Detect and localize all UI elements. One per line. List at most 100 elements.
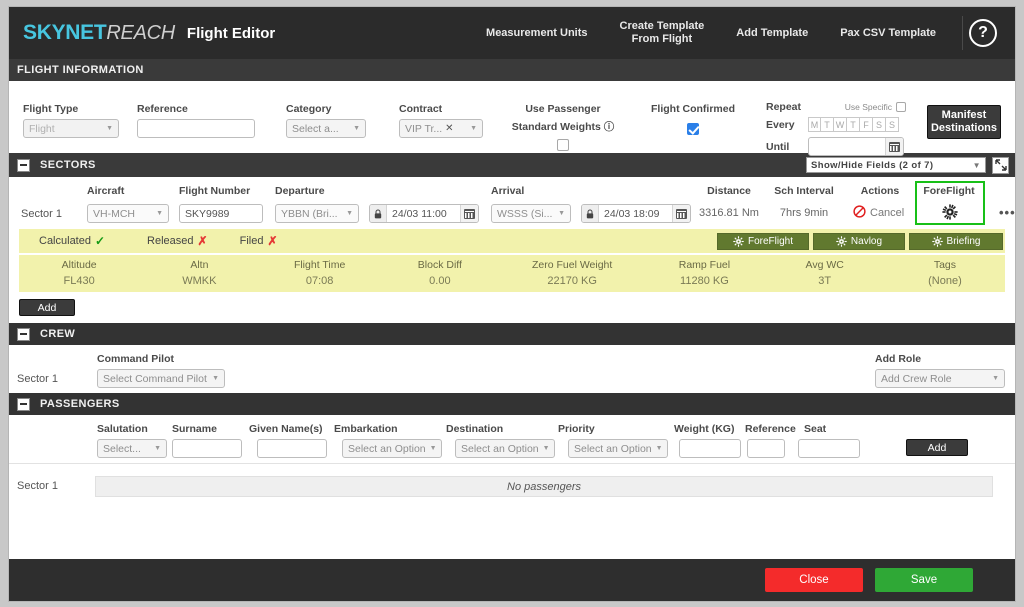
chevron-down-icon: ▼: [346, 210, 353, 217]
clear-icon[interactable]: ✕: [442, 123, 456, 134]
detail-col-tags: Tags: [933, 259, 957, 271]
flight-type-select[interactable]: Flight ▼: [23, 119, 119, 138]
add-sector-button[interactable]: Add: [19, 299, 75, 316]
crew-sector-label: Sector 1: [17, 373, 58, 385]
nav-measurement-units[interactable]: Measurement Units: [470, 27, 603, 40]
given-names-input[interactable]: [257, 439, 327, 458]
column-arrival: Arrival: [491, 185, 525, 197]
flight-type-value: Flight: [29, 122, 55, 135]
chevron-down-icon: ▼: [992, 375, 999, 382]
app-logo: SKYNET REACH: [23, 21, 175, 45]
destination-select[interactable]: Select an Option ▼: [455, 439, 555, 458]
use-passenger-standard-weights-field: Use Passenger Standard Weights ⓘ: [498, 103, 628, 151]
aircraft-select[interactable]: VH-MCH ▼: [87, 204, 169, 223]
use-specific-checkbox[interactable]: [896, 102, 906, 112]
manifest-destinations-button[interactable]: Manifest Destinations: [927, 105, 1001, 139]
detail-col-altitude: Altitude: [61, 259, 97, 271]
repeat-day-mon[interactable]: M: [808, 117, 821, 132]
calendar-icon[interactable]: [460, 205, 478, 222]
save-button[interactable]: Save: [875, 568, 973, 592]
add-crew-role-select[interactable]: Add Crew Role ▼: [875, 369, 1005, 388]
foreflight-button[interactable]: ForeFlight: [717, 232, 809, 250]
lock-icon[interactable]: [582, 205, 599, 222]
help-icon[interactable]: ?: [969, 19, 997, 47]
repeat-day-wed[interactable]: W: [834, 117, 847, 132]
sector-more-menu[interactable]: •••: [999, 205, 1015, 220]
nav-create-template-from-flight[interactable]: Create Template From Flight: [604, 20, 721, 46]
repeat-day-sat[interactable]: S: [873, 117, 886, 132]
calendar-icon[interactable]: [672, 205, 690, 222]
close-button[interactable]: Close: [765, 568, 863, 592]
add-passenger-button[interactable]: Add: [906, 439, 968, 456]
salutation-value: Select...: [103, 442, 141, 455]
repeat-day-sun[interactable]: S: [886, 117, 899, 132]
chevron-down-icon: ▼: [106, 125, 113, 132]
sch-interval-value: 7hrs 9min: [779, 207, 829, 219]
command-pilot-select[interactable]: Select Command Pilot ▼: [97, 369, 225, 388]
foreflight-gear-icon[interactable]: [942, 204, 958, 223]
reference-input[interactable]: [137, 119, 255, 138]
use-passenger-weights-label-text: Standard Weights: [511, 121, 601, 133]
chevron-down-icon: ▼: [558, 210, 565, 217]
repeat-day-thu[interactable]: T: [847, 117, 860, 132]
repeat-day-fri[interactable]: F: [860, 117, 873, 132]
category-label: Category: [286, 103, 332, 115]
nav-add-template[interactable]: Add Template: [720, 27, 824, 40]
repeat-until-field[interactable]: [808, 137, 904, 156]
priority-value: Select an Option: [574, 442, 652, 455]
logo-reach: REACH: [106, 22, 175, 44]
chevron-down-icon: ▼: [972, 160, 981, 170]
departure-datetime-value: 24/03 11:00: [392, 207, 447, 220]
calculated-label: Calculated: [39, 235, 91, 247]
released-label: Released: [147, 235, 194, 247]
section-header-flight-information: FLIGHT INFORMATION: [9, 59, 1015, 81]
crew-collapse-icon[interactable]: [17, 327, 30, 341]
briefing-button-label: Briefing: [946, 235, 981, 247]
pax-col-reference: Reference: [745, 423, 796, 435]
show-hide-fields-select[interactable]: Show/Hide Fields (2 of 7) ▼: [806, 157, 986, 173]
nav-pax-csv-template[interactable]: Pax CSV Template: [824, 27, 952, 40]
cancel-label: Cancel: [870, 207, 905, 219]
surname-input[interactable]: [172, 439, 242, 458]
departure-datetime-field[interactable]: 24/03 11:00: [369, 204, 479, 223]
navlog-button[interactable]: Navlog: [813, 232, 905, 250]
weight-input[interactable]: [679, 439, 741, 458]
embarkation-select[interactable]: Select an Option ▼: [342, 439, 442, 458]
chevron-down-icon: ▼: [353, 125, 360, 132]
nav-create-template-line1: Create Template: [619, 20, 705, 32]
pax-col-seat: Seat: [804, 423, 827, 435]
salutation-select[interactable]: Select... ▼: [97, 439, 167, 458]
contract-select[interactable]: VIP Tr... ✕ ▼: [399, 119, 483, 138]
column-flight-number: Flight Number: [179, 185, 251, 197]
priority-select[interactable]: Select an Option ▼: [568, 439, 668, 458]
flight-information-panel: Flight Type Flight ▼ Reference Category …: [9, 81, 1015, 156]
detail-val-ramp-fuel: 11280 KG: [680, 275, 729, 287]
calendar-icon[interactable]: [885, 138, 903, 155]
flight-type-label: Flight Type: [23, 103, 79, 115]
flight-confirmed-label: Flight Confirmed: [651, 103, 735, 115]
arrival-select[interactable]: WSSS (Si... ▼: [491, 204, 571, 223]
departure-select[interactable]: YBBN (Bri... ▼: [275, 204, 359, 223]
arrival-datetime-field[interactable]: 24/03 18:09: [581, 204, 691, 223]
nav-create-template-line2: From Flight: [631, 33, 693, 45]
passengers-collapse-icon[interactable]: [17, 397, 30, 411]
lock-icon[interactable]: [370, 205, 387, 222]
info-icon[interactable]: ⓘ: [604, 121, 615, 133]
seat-input[interactable]: [798, 439, 860, 458]
pax-reference-input[interactable]: [747, 439, 785, 458]
pax-col-surname: Surname: [172, 423, 217, 435]
pax-col-destination: Destination: [446, 423, 504, 435]
repeat-day-tue[interactable]: T: [821, 117, 834, 132]
use-passenger-standard-weights-checkbox[interactable]: [557, 139, 569, 151]
expand-fields-icon[interactable]: [992, 156, 1009, 174]
briefing-button[interactable]: Briefing: [909, 232, 1003, 250]
crew-title: CREW: [40, 328, 76, 340]
category-select[interactable]: Select a... ▼: [286, 119, 366, 138]
cancel-action[interactable]: Cancel: [853, 205, 904, 221]
show-hide-fields-value: Show/Hide Fields (2 of 7): [811, 159, 934, 171]
flight-confirmed-checkbox[interactable]: [687, 123, 699, 135]
category-value: Select a...: [292, 122, 339, 135]
sectors-collapse-icon[interactable]: [17, 158, 30, 172]
detail-col-ramp-fuel: Ramp Fuel: [678, 259, 731, 271]
flight-number-input[interactable]: SKY9989: [179, 204, 263, 223]
